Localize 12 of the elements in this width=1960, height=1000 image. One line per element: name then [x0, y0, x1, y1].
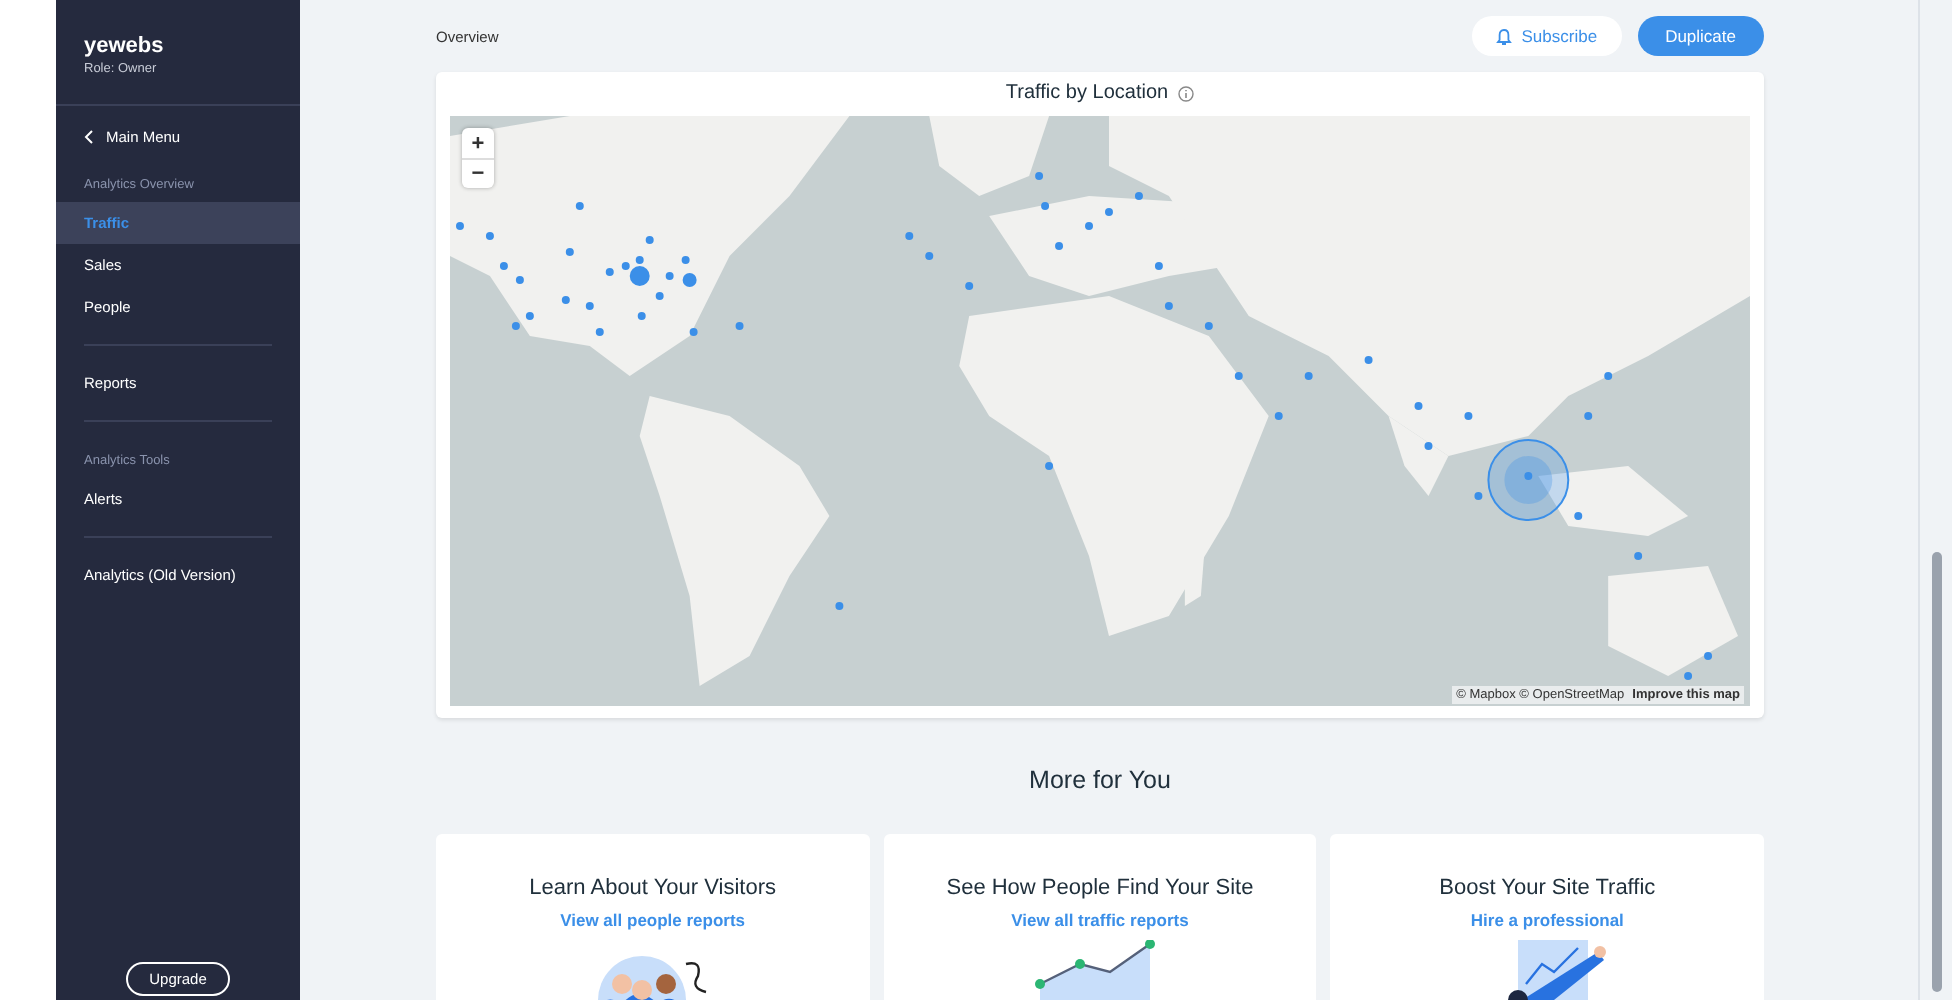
card-title: Learn About Your Visitors — [529, 876, 776, 900]
card-title: Boost Your Site Traffic — [1439, 876, 1656, 900]
site-name: yewebs — [84, 34, 164, 58]
zoom-in-button[interactable]: + — [462, 128, 494, 158]
zoom-out-button[interactable]: − — [462, 158, 494, 188]
card-title: See How People Find Your Site — [946, 876, 1254, 900]
bell-icon — [1495, 27, 1512, 45]
chevron-left-icon — [84, 130, 94, 144]
scrollbar-thumb[interactable] — [1931, 552, 1941, 992]
card-title: Traffic by Location — [1005, 82, 1169, 104]
section-title: More for You — [1029, 766, 1171, 794]
info-icon[interactable] — [1178, 85, 1195, 101]
